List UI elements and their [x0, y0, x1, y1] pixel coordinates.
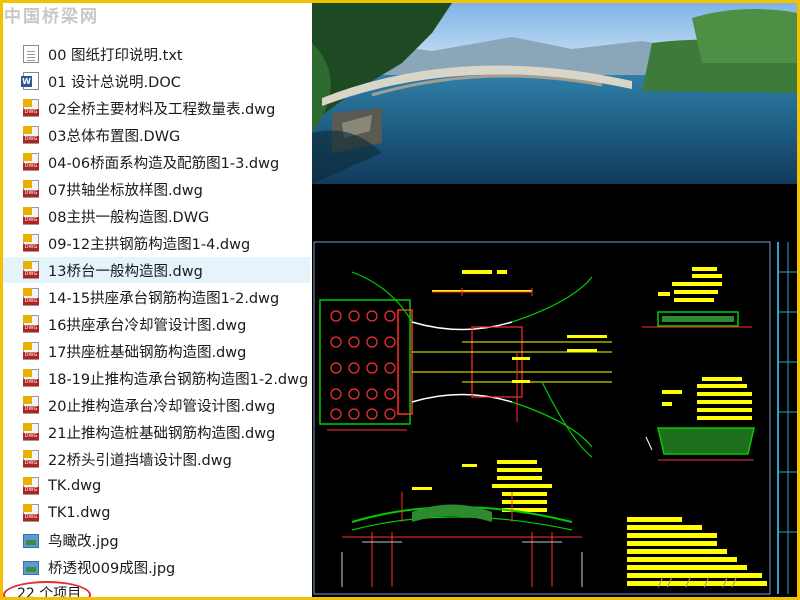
file-name: 01 设计总说明.DOC: [48, 74, 181, 91]
file-row[interactable]: TK.dwg: [3, 473, 310, 499]
file-name: TK.dwg: [48, 478, 102, 494]
file-row[interactable]: 01 设计总说明.DOC: [3, 68, 310, 94]
file-name: 21止推构造桩基础钢筋构造图.dwg: [48, 425, 276, 442]
item-count-label: 22 个项目: [17, 586, 82, 597]
dwg-file-icon: [23, 234, 39, 252]
file-row[interactable]: 03总体布置图.DWG: [3, 122, 310, 148]
text-file-icon: [23, 45, 39, 63]
dwg-file-icon: [23, 126, 39, 144]
file-row[interactable]: 08主拱一般构造图.DWG: [3, 203, 310, 229]
file-name: 18-19止推构造承台钢筋构造图1-2.dwg: [48, 371, 309, 388]
image-file-icon: [23, 534, 39, 548]
file-row[interactable]: 09-12主拱钢筋构造图1-4.dwg: [3, 230, 310, 256]
dwg-file-icon: [23, 450, 39, 468]
svg-text:// / / //: // / / //: [657, 575, 740, 589]
file-row[interactable]: 13桥台一般构造图.dwg: [3, 257, 310, 283]
file-row[interactable]: 02全桥主要材料及工程数量表.dwg: [3, 95, 310, 121]
bridge-render-preview: [312, 3, 798, 184]
dwg-file-icon: [23, 477, 39, 495]
file-name: 08主拱一般构造图.DWG: [48, 209, 210, 226]
file-row[interactable]: 桥透视009成图.jpg: [3, 554, 310, 580]
site-watermark: 中国桥梁网: [4, 7, 99, 27]
file-name: 13桥台一般构造图.dwg: [48, 263, 203, 280]
file-name: 04-06桥面系构造及配筋图1-3.dwg: [48, 155, 280, 172]
file-row[interactable]: 22桥头引道挡墙设计图.dwg: [3, 446, 310, 472]
file-row[interactable]: 16拱座承台冷却管设计图.dwg: [3, 311, 310, 337]
dwg-file-icon: [23, 504, 39, 522]
dwg-file-icon: [23, 396, 39, 414]
file-row[interactable]: 14-15拱座承台钢筋构造图1-2.dwg: [3, 284, 310, 310]
file-name: 00 图纸打印说明.txt: [48, 47, 183, 64]
file-row[interactable]: TK1.dwg: [3, 500, 310, 526]
file-row[interactable]: 07拱轴坐标放样图.dwg: [3, 176, 310, 202]
dwg-file-icon: [23, 342, 39, 360]
file-name: 09-12主拱钢筋构造图1-4.dwg: [48, 236, 251, 253]
file-name: 桥透视009成图.jpg: [48, 560, 176, 577]
file-name: 03总体布置图.DWG: [48, 128, 181, 145]
file-name: 鸟瞰改.jpg: [48, 533, 119, 550]
dwg-file-icon: [23, 99, 39, 117]
file-row[interactable]: 04-06桥面系构造及配筋图1-3.dwg: [3, 149, 310, 175]
file-row[interactable]: 00 图纸打印说明.txt: [3, 41, 310, 67]
file-row[interactable]: 18-19止推构造承台钢筋构造图1-2.dwg: [3, 365, 310, 391]
file-name: 07拱轴坐标放样图.dwg: [48, 182, 203, 199]
file-name: TK1.dwg: [48, 505, 111, 521]
file-name: 17拱座桩基础钢筋构造图.dwg: [48, 344, 247, 361]
dwg-file-icon: [23, 288, 39, 306]
dwg-file-icon: [23, 153, 39, 171]
dwg-file-icon: [23, 315, 39, 333]
image-file-icon: [23, 561, 39, 575]
file-name: 20止推构造承台冷却管设计图.dwg: [48, 398, 276, 415]
dwg-file-icon: [23, 261, 39, 279]
dwg-file-icon: [23, 180, 39, 198]
file-name: 22桥头引道挡墙设计图.dwg: [48, 452, 232, 469]
file-row[interactable]: 鸟瞰改.jpg: [3, 527, 310, 553]
file-name: 16拱座承台冷却管设计图.dwg: [48, 317, 247, 334]
status-bar: 22 个项目: [3, 579, 310, 597]
word-doc-icon: [21, 72, 39, 90]
file-name: 14-15拱座承台钢筋构造图1-2.dwg: [48, 290, 280, 307]
preview-divider: [312, 184, 798, 192]
cad-drawing-preview: // / / //: [312, 192, 798, 598]
file-row[interactable]: 17拱座桩基础钢筋构造图.dwg: [3, 338, 310, 364]
dwg-file-icon: [23, 423, 39, 441]
dwg-file-icon: [23, 207, 39, 225]
file-row[interactable]: 20止推构造承台冷却管设计图.dwg: [3, 392, 310, 418]
file-row[interactable]: 21止推构造桩基础钢筋构造图.dwg: [3, 419, 310, 445]
file-name: 02全桥主要材料及工程数量表.dwg: [48, 101, 276, 118]
explorer-file-list-pane[interactable]: 00 图纸打印说明.txt 01 设计总说明.DOC 02全桥主要材料及工程数量表.…: [3, 3, 310, 597]
dwg-file-icon: [23, 369, 39, 387]
